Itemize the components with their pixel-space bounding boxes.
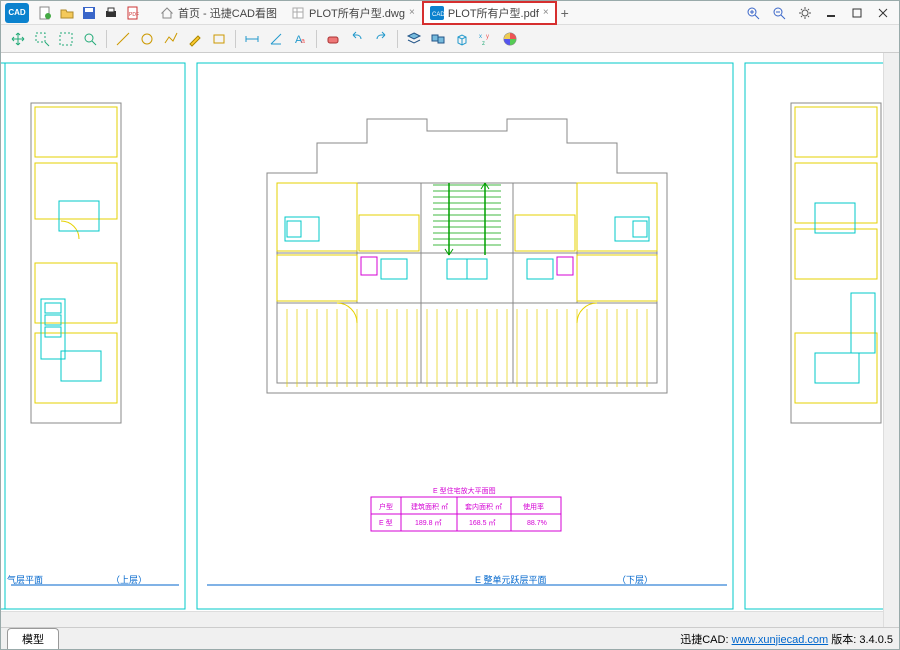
tab-dwg-file[interactable]: PLOT所有户型.dwg × — [284, 2, 422, 24]
redo-icon[interactable] — [370, 28, 392, 50]
save-icon[interactable] — [81, 5, 97, 21]
color-picker-icon[interactable] — [499, 28, 521, 50]
zoom-extents-icon[interactable] — [55, 28, 77, 50]
drawing-label-right: （下层） — [617, 575, 653, 585]
tab-pdf-file[interactable]: CAD PLOT所有户型.pdf × — [422, 1, 557, 25]
new-file-icon[interactable] — [37, 5, 53, 21]
drawing-label-left: 气层平面 — [7, 574, 43, 585]
coordinate-icon[interactable]: xyz — [475, 28, 497, 50]
drawing-label-left2: （上层） — [111, 575, 147, 585]
svg-text:E 型: E 型 — [379, 518, 393, 527]
pan-icon[interactable] — [7, 28, 29, 50]
erase-icon[interactable] — [322, 28, 344, 50]
model-tab[interactable]: 模型 — [7, 628, 59, 649]
print-icon[interactable] — [103, 5, 119, 21]
dimension-linear-icon[interactable] — [241, 28, 263, 50]
toolbar-separator — [316, 30, 317, 48]
block-icon[interactable] — [427, 28, 449, 50]
dwg-file-icon — [291, 6, 305, 20]
main-toolbar: Aa xyz — [1, 25, 899, 53]
svg-text:套内面积 ㎡: 套内面积 ㎡ — [465, 502, 502, 511]
svg-text:y: y — [486, 34, 489, 40]
box3d-icon[interactable] — [451, 28, 473, 50]
open-folder-icon[interactable] — [59, 5, 75, 21]
svg-text:CAD: CAD — [432, 12, 444, 18]
toolbar-separator — [235, 30, 236, 48]
horizontal-scrollbar[interactable] — [1, 611, 883, 627]
svg-text:88.7%: 88.7% — [527, 520, 547, 527]
svg-text:a: a — [301, 38, 305, 45]
layer-icon[interactable] — [403, 28, 425, 50]
dimension-angle-icon[interactable] — [265, 28, 287, 50]
export-pdf-icon[interactable]: PDF — [125, 5, 141, 21]
text-icon[interactable]: Aa — [289, 28, 311, 50]
tab-label: PLOT所有户型.pdf — [448, 5, 539, 21]
quick-access-toolbar: PDF — [37, 5, 141, 21]
vertical-scrollbar[interactable] — [883, 53, 899, 627]
drawing-canvas[interactable]: E 型住宅放大平面图 户型 建筑面积 ㎡ 套内面积 ㎡ 使用率 E 型 189.… — [1, 53, 899, 627]
svg-text:x: x — [479, 34, 482, 40]
status-bar: 模型 迅捷CAD: www.xunjiecad.com 版本: 3.4.0.5 — [1, 627, 899, 649]
settings-icon[interactable] — [797, 5, 813, 21]
tab-label: PLOT所有户型.dwg — [309, 5, 405, 21]
brand-link[interactable]: www.xunjiecad.com — [732, 634, 829, 646]
pdf-file-icon: CAD — [430, 6, 444, 20]
maximize-icon[interactable] — [849, 5, 865, 21]
table-title: E 型住宅放大平面图 — [433, 486, 496, 495]
home-icon — [160, 6, 174, 20]
svg-text:使用率: 使用率 — [523, 502, 544, 511]
zoom-out-icon[interactable] — [771, 5, 787, 21]
toolbar-separator — [397, 30, 398, 48]
new-tab-button[interactable]: + — [557, 5, 573, 21]
svg-text:建筑面积 ㎡: 建筑面积 ㎡ — [411, 502, 448, 511]
tab-bar: 首页 - 迅捷CAD看图 PLOT所有户型.dwg × CAD PLOT所有户型… — [153, 1, 737, 25]
tab-close-icon[interactable]: × — [409, 7, 415, 18]
zoom-realtime-icon[interactable] — [79, 28, 101, 50]
brand-label: 迅捷CAD: — [680, 634, 728, 646]
toolbar-separator — [106, 30, 107, 48]
undo-icon[interactable] — [346, 28, 368, 50]
line-icon[interactable] — [112, 28, 134, 50]
svg-text:z: z — [482, 41, 485, 47]
pencil-icon[interactable] — [184, 28, 206, 50]
menubar: CAD PDF 首页 - 迅捷CAD看图 PLOT所有户型.dwg × CAD … — [1, 1, 899, 25]
zoom-window-icon[interactable] — [31, 28, 53, 50]
svg-text:户型: 户型 — [379, 502, 393, 511]
zoom-in-icon[interactable] — [745, 5, 761, 21]
cad-drawing: E 型住宅放大平面图 户型 建筑面积 ㎡ 套内面积 ㎡ 使用率 E 型 189.… — [1, 53, 899, 627]
svg-text:189.8 ㎡: 189.8 ㎡ — [415, 519, 441, 527]
version-label: 版本: — [831, 634, 856, 646]
version-value: 3.4.0.5 — [859, 634, 893, 646]
svg-text:168.5 ㎡: 168.5 ㎡ — [469, 519, 495, 527]
drawing-label-mid: E 整单元跃层平面 — [475, 574, 547, 585]
close-window-icon[interactable] — [875, 5, 891, 21]
circle-icon[interactable] — [136, 28, 158, 50]
rectangle-icon[interactable] — [208, 28, 230, 50]
window-controls — [745, 5, 891, 21]
tab-close-icon[interactable]: × — [543, 7, 549, 18]
app-logo: CAD — [5, 3, 29, 23]
tab-home[interactable]: 首页 - 迅捷CAD看图 — [153, 2, 284, 24]
tab-label: 首页 - 迅捷CAD看图 — [178, 5, 277, 21]
status-info: 迅捷CAD: www.xunjiecad.com 版本: 3.4.0.5 — [680, 631, 893, 647]
svg-text:PDF: PDF — [129, 12, 139, 18]
minimize-icon[interactable] — [823, 5, 839, 21]
polyline-icon[interactable] — [160, 28, 182, 50]
